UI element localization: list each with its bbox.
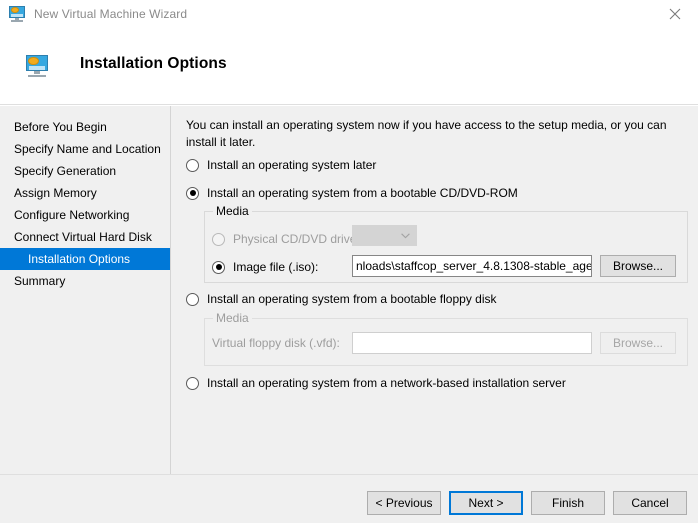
radio-install-from-cd-indicator[interactable]: [186, 186, 199, 200]
virtual-floppy-disk-label: Virtual floppy disk (.vfd):: [212, 336, 340, 350]
radio-install-from-cd[interactable]: Install an operating system from a boota…: [186, 186, 518, 200]
hyperv-monitor-icon: [9, 6, 25, 22]
radio-install-later-label: Install an operating system later: [207, 158, 377, 172]
finish-button[interactable]: Finish: [531, 491, 605, 515]
sidebar-item-connect-virtual-hard-disk[interactable]: Connect Virtual Hard Disk: [0, 226, 170, 248]
radio-install-from-cd-label: Install an operating system from a boota…: [207, 186, 518, 200]
floppy-media-groupbox-label: Media: [213, 311, 252, 325]
sidebar-item-configure-networking[interactable]: Configure Networking: [0, 204, 170, 226]
radio-install-from-floppy[interactable]: Install an operating system from a boota…: [186, 292, 497, 306]
radio-install-from-network-indicator[interactable]: [186, 376, 199, 390]
installation-options-panel: You can install an operating system now …: [172, 106, 698, 474]
page-header: Installation Options: [0, 28, 698, 105]
physical-cd-drive-label: Physical CD/DVD drive:: [233, 232, 360, 246]
title-bar: New Virtual Machine Wizard: [0, 0, 698, 28]
cancel-button[interactable]: Cancel: [613, 491, 687, 515]
new-virtual-machine-wizard-window: New Virtual Machine Wizard Installation …: [0, 0, 698, 523]
cd-media-groupbox-label: Media: [213, 204, 252, 218]
radio-install-later-indicator[interactable]: [186, 158, 199, 172]
chevron-down-icon: [394, 232, 416, 239]
sidebar-item-specify-generation[interactable]: Specify Generation: [0, 160, 170, 182]
radio-install-from-floppy-indicator[interactable]: [186, 292, 199, 306]
virtual-floppy-disk-browse-button: Browse...: [600, 332, 676, 354]
radio-physical-cd-drive: Physical CD/DVD drive:: [212, 232, 360, 246]
image-file-browse-button[interactable]: Browse...: [600, 255, 676, 277]
sidebar-item-installation-options[interactable]: Installation Options: [0, 248, 170, 270]
window-title: New Virtual Machine Wizard: [34, 7, 188, 21]
image-file-label: Image file (.iso):: [233, 260, 319, 274]
image-file-path-input[interactable]: nloads\staffcop_server_4.8.1308-stable_a…: [352, 255, 592, 277]
intro-text: You can install an operating system now …: [186, 118, 667, 149]
radio-install-from-network[interactable]: Install an operating system from a netwo…: [186, 376, 566, 390]
previous-button[interactable]: < Previous: [367, 491, 441, 515]
sidebar-item-summary[interactable]: Summary: [0, 270, 170, 292]
radio-install-later[interactable]: Install an operating system later: [186, 158, 376, 172]
wizard-body: Before You Begin Specify Name and Locati…: [0, 106, 698, 474]
wizard-footer: < Previous Next > Finish Cancel: [0, 474, 698, 523]
wizard-steps-sidebar: Before You Begin Specify Name and Locati…: [0, 106, 171, 474]
virtual-floppy-disk-input: [352, 332, 592, 354]
page-title: Installation Options: [80, 55, 227, 72]
sidebar-item-before-you-begin[interactable]: Before You Begin: [0, 116, 170, 138]
radio-image-file[interactable]: Image file (.iso):: [212, 260, 318, 274]
physical-cd-drive-select: [352, 225, 417, 246]
radio-image-file-indicator[interactable]: [212, 260, 225, 274]
sidebar-item-specify-name-and-location[interactable]: Specify Name and Location: [0, 138, 170, 160]
close-icon[interactable]: [652, 0, 698, 28]
next-button[interactable]: Next >: [449, 491, 523, 515]
radio-physical-cd-drive-indicator: [212, 232, 225, 246]
hyperv-monitor-icon: [26, 55, 48, 77]
radio-install-from-network-label: Install an operating system from a netwo…: [207, 376, 566, 390]
sidebar-item-assign-memory[interactable]: Assign Memory: [0, 182, 170, 204]
radio-install-from-floppy-label: Install an operating system from a boota…: [207, 292, 497, 306]
